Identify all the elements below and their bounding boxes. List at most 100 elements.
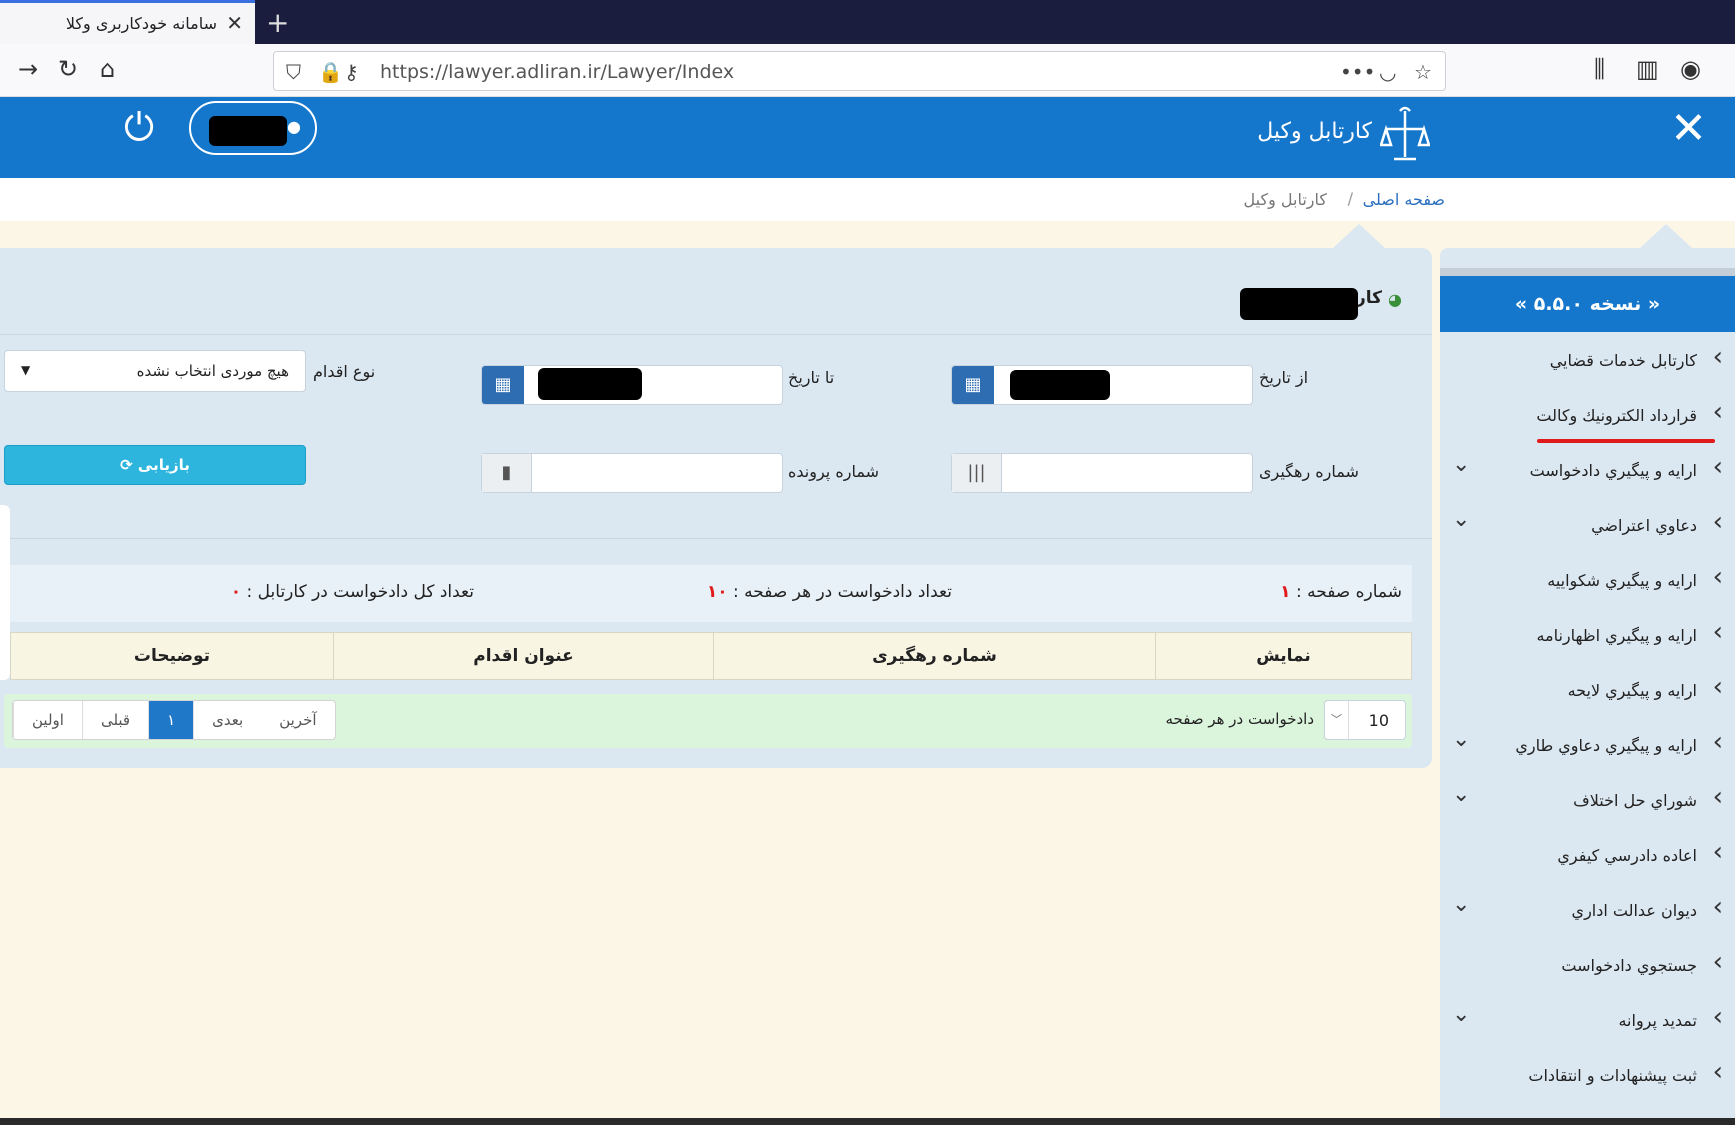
chevron-down-icon[interactable]: ⌄ (1452, 727, 1470, 752)
home-icon[interactable]: ⌂ (100, 55, 115, 83)
sidebar-item[interactable]: ‹ ثبت پيشنهادات و انتقادات (1440, 1057, 1735, 1097)
barcode-icon: ||| (952, 454, 1002, 492)
tracking-number-input[interactable]: ||| (951, 453, 1253, 493)
account-icon[interactable]: ◉ (1680, 55, 1701, 83)
key-icon: ⚷ (344, 60, 359, 84)
from-date-label: از تاریخ (1259, 368, 1309, 387)
sidebar-item-label: ارايه و پيگيري شكواييه (1547, 571, 1697, 590)
library-icon[interactable]: ⫼ (1594, 55, 1605, 83)
chevron-down-icon[interactable]: ⌄ (1452, 892, 1470, 917)
close-icon[interactable]: ✕ (1670, 103, 1707, 154)
pocket-icon[interactable]: ◡ (1379, 60, 1396, 84)
sidebar-item[interactable]: ‹ قرارداد الكترونيك وكالت (1440, 397, 1735, 437)
breadcrumb-current: کارتابل وکیل (1243, 190, 1328, 209)
calendar-icon[interactable]: ▦ (482, 366, 524, 404)
lock-icon: 🔒 (318, 60, 343, 84)
sidebar-item[interactable]: ‹ ارايه و پيگيري لايحه (1440, 672, 1735, 712)
per-page-select[interactable]: ﹀ 10 (1324, 700, 1406, 740)
from-date-input[interactable]: ▦ (951, 365, 1253, 405)
sidebar-item-label: قرارداد الكترونيك وكالت (1536, 406, 1697, 425)
caret-down-icon: ▼ (21, 363, 31, 377)
sidebar-item[interactable]: ‹ دعاوي اعتراضي ⌄ (1440, 507, 1735, 547)
chevron-left-icon: ‹ (1712, 562, 1723, 592)
url-text[interactable]: https://lawyer.adliran.ir/Lawyer/Index (380, 61, 734, 83)
sidebar-item[interactable]: ‹ جستجوي دادخواست (1440, 947, 1735, 987)
case-number-input[interactable]: ▮ (481, 453, 783, 493)
table-header: نمایش شماره رهگیری عنوان اقدام توضیحات (10, 632, 1412, 680)
chevron-left-icon: ‹ (1712, 397, 1723, 427)
total-label: تعداد کل دادخواست در کارتابل : (246, 582, 474, 602)
pager-prev[interactable]: قبلی (81, 701, 148, 739)
browser-tab[interactable]: سامانه خودکاربری وکلا ✕ (0, 0, 255, 44)
divider (0, 334, 1432, 335)
sidebar-item-label: ديوان عدالت اداري (1571, 901, 1697, 920)
dashboard-icon: ◕ (1388, 290, 1402, 309)
breadcrumb-home-link[interactable]: صفحه اصلی (1363, 190, 1445, 209)
sidebar-item[interactable]: ‹ ارايه و پيگيري شكواييه (1440, 562, 1735, 602)
to-date-input[interactable]: ▦ (481, 365, 783, 405)
action-type-select[interactable]: هیچ موردی انتخاب نشده ▼ (4, 350, 306, 392)
divider (0, 538, 1432, 539)
close-tab-icon[interactable]: ✕ (226, 11, 243, 35)
sidebar-item[interactable]: ‹ ارايه و پيگيري دعاوي طاري ⌄ (1440, 727, 1735, 767)
reload-icon[interactable]: ↻ (58, 55, 78, 83)
sidebar-item-label: کارتابل خدمات قضايي (1549, 351, 1697, 370)
panel-notch (1333, 224, 1385, 248)
sidebar-item[interactable]: ‹ کارتابل خدمات قضايي (1440, 342, 1735, 382)
column-header[interactable]: شماره رهگیری (713, 633, 1155, 679)
sidebar-notch (1640, 224, 1692, 248)
sidebar-item[interactable]: ‹ تمديد پروانه ⌄ (1440, 1002, 1735, 1042)
sidebar-item[interactable]: ‹ ارايه و پيگيري دادخواست ⌄ (1440, 452, 1735, 492)
forward-icon[interactable]: → (18, 55, 38, 83)
chevron-left-icon: ‹ (1712, 1002, 1723, 1032)
chevron-down-icon[interactable]: ⌄ (1452, 782, 1470, 807)
chevron-left-icon: ‹ (1712, 727, 1723, 757)
sidebar-item-label: اعاده دادرسي كيفري (1557, 846, 1697, 865)
pager-next[interactable]: بعدی (193, 701, 261, 739)
file-icon: ▮ (482, 454, 532, 492)
search-button-label: بازیابی (137, 456, 190, 474)
page-number-label: شماره صفحه : (1295, 582, 1402, 602)
version-banner: « نسخه ۵.۵.۰ » (1440, 276, 1735, 332)
search-button[interactable]: ⟳ بازیابی (4, 445, 306, 485)
sidebar-item-label: ارايه و پيگيري دعاوي طاري (1515, 736, 1697, 755)
chevron-down-icon[interactable]: ⌄ (1452, 452, 1470, 477)
chevron-left-icon: ‹ (1712, 342, 1723, 372)
sidebar-item-label: تمديد پروانه (1618, 1011, 1697, 1030)
new-tab-icon[interactable]: + (266, 6, 289, 39)
refresh-icon: ⟳ (120, 456, 138, 474)
sidebar-item[interactable]: ‹ شوراي حل اختلاف ⌄ (1440, 782, 1735, 822)
redacted-panel-title (1240, 288, 1358, 320)
sidebar-item[interactable]: ‹ اعاده دادرسي كيفري (1440, 837, 1735, 877)
chevron-left-icon: ‹ (1712, 452, 1723, 482)
case-number-label: شماره پرونده (788, 462, 879, 481)
column-header[interactable]: توضیحات (11, 633, 333, 679)
page-number-value: ۱ (1280, 582, 1291, 602)
power-icon[interactable]: ⏻ (124, 105, 154, 150)
sidebar-item[interactable]: ‹ ديوان عدالت اداري ⌄ (1440, 892, 1735, 932)
pager-last[interactable]: آخرین (261, 701, 334, 739)
more-icon[interactable]: ••• (1340, 60, 1375, 84)
chevron-left-icon: ‹ (1712, 947, 1723, 977)
sidebar-item[interactable]: ‹ ارايه و پيگيري اظهارنامه (1440, 617, 1735, 657)
pager-first[interactable]: اولین (13, 701, 82, 739)
shield-icon: ⛉ (286, 60, 301, 84)
per-page-select-value: 10 (1368, 711, 1389, 730)
calendar-icon[interactable]: ▦ (952, 366, 994, 404)
panel-title: کار (1355, 288, 1382, 308)
sidebar-item-label: جستجوي دادخواست (1561, 956, 1697, 975)
column-header[interactable]: نمایش (1155, 633, 1411, 679)
pager-page-1[interactable]: ۱ (148, 701, 194, 739)
chevron-left-icon: ‹ (1712, 507, 1723, 537)
sidebar-item-label: ارايه و پيگيري لايحه (1567, 681, 1697, 700)
per-page-label: تعداد دادخواست در هر صفحه : (733, 582, 952, 602)
star-icon[interactable]: ☆ (1414, 60, 1432, 84)
browser-nav-bar: → ↻ ⌂ ⛉ 🔒 ⚷ https://lawyer.adliran.ir/La… (0, 44, 1735, 97)
user-menu-button[interactable]: ● (189, 101, 317, 155)
column-header[interactable]: عنوان اقدام (333, 633, 713, 679)
chevron-down-icon[interactable]: ⌄ (1452, 1002, 1470, 1027)
sidebar-icon[interactable]: ▥ (1636, 55, 1659, 83)
url-bar[interactable]: ⛉ 🔒 ⚷ https://lawyer.adliran.ir/Lawyer/I… (273, 51, 1446, 91)
chevron-left-icon: ‹ (1712, 892, 1723, 922)
chevron-down-icon[interactable]: ⌄ (1452, 507, 1470, 532)
